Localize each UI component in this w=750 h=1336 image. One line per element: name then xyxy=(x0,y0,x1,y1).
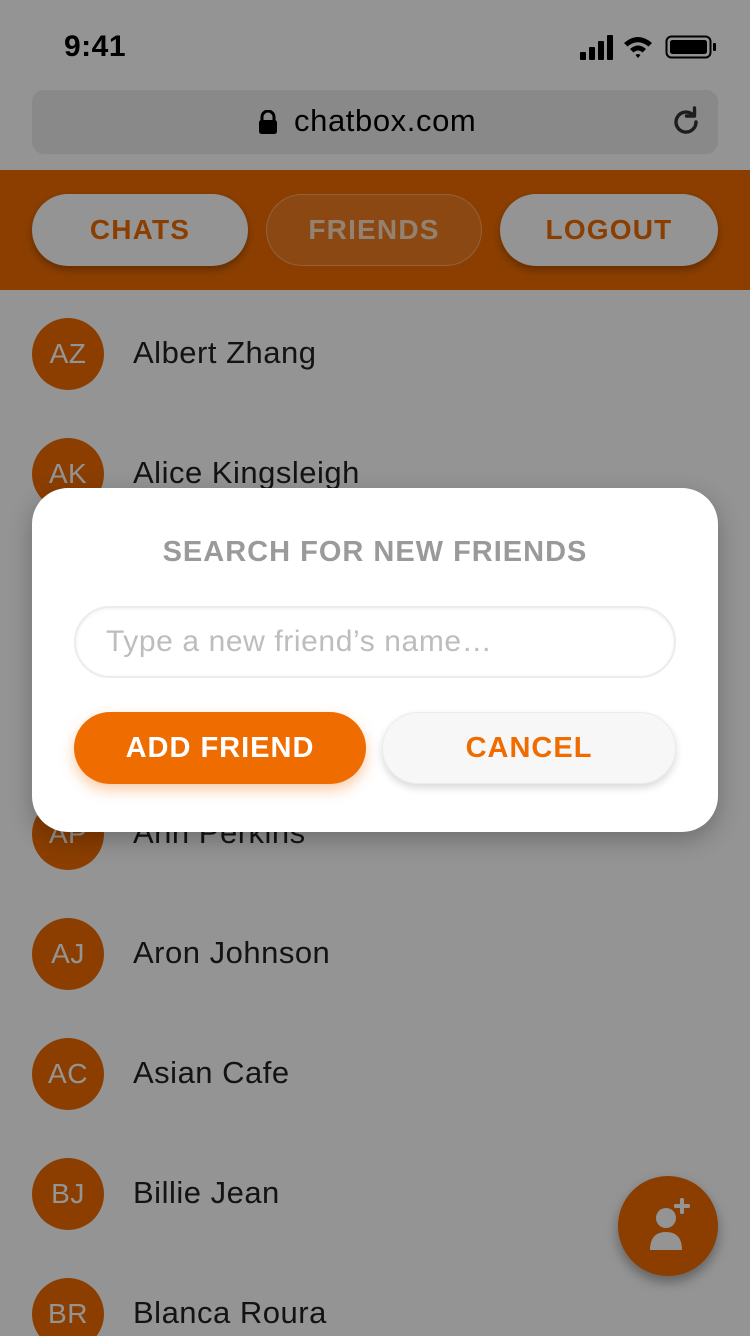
app-screen: 9:41 chatbox.com CHATS FRIENDS LOGOUT AZ… xyxy=(0,0,750,1336)
search-friends-dialog: SEARCH FOR NEW FRIENDS ADD FRIEND CANCEL xyxy=(32,488,718,832)
dialog-title: SEARCH FOR NEW FRIENDS xyxy=(162,536,588,568)
friend-name-input[interactable] xyxy=(74,606,676,678)
add-friend-button[interactable]: ADD FRIEND xyxy=(74,712,366,784)
cancel-button[interactable]: CANCEL xyxy=(382,712,676,784)
